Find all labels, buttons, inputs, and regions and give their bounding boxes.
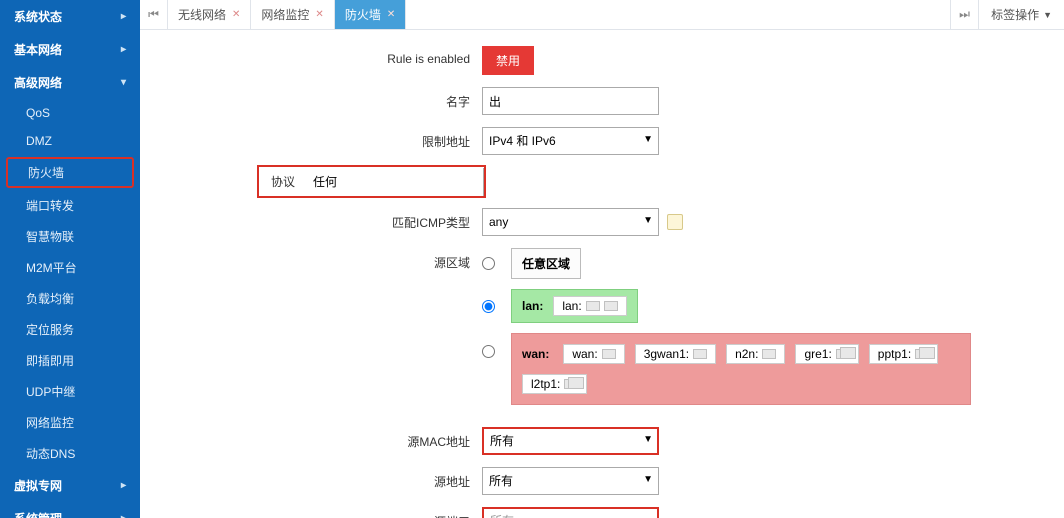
sidebar-item[interactable]: 端口转发 <box>0 190 140 221</box>
src-zone-any-radio[interactable] <box>482 257 495 270</box>
sidebar-item[interactable]: 负载均衡 <box>0 283 140 314</box>
name-label: 名字 <box>152 87 482 110</box>
net-icon <box>602 349 616 359</box>
chevron-right-icon: ▸ <box>121 513 126 518</box>
any-zone-chip: 任意区域 <box>511 248 581 279</box>
src-port-label: 源端口 <box>152 507 482 518</box>
sidebar-item[interactable]: 智慧物联 <box>0 221 140 252</box>
wan-net-chip: gre1: <box>795 344 858 364</box>
wan-net-chip: pptp1: <box>869 344 938 364</box>
restrict-addr-label: 限制地址 <box>152 127 482 150</box>
close-icon[interactable]: ✕ <box>387 9 395 20</box>
chevron-down-icon: ▼ <box>1043 10 1052 20</box>
disable-button[interactable]: 禁用 <box>482 46 534 75</box>
lan-net-chip: lan: <box>553 296 626 316</box>
close-icon[interactable]: ✕ <box>315 9 323 20</box>
wan-net-chip: l2tp1: <box>522 374 587 394</box>
net-icon <box>915 349 929 359</box>
net-icon <box>693 349 707 359</box>
net-icon <box>564 379 578 389</box>
chevron-right-icon: ▸ <box>121 11 126 22</box>
net-icon <box>836 349 850 359</box>
net-icon <box>604 301 618 311</box>
icmp-type-select[interactable]: any <box>482 208 659 236</box>
tab-scroll-right-icon[interactable]: ⏭ <box>950 0 978 29</box>
tab[interactable]: 网络监控✕ <box>251 0 334 29</box>
sidebar-item[interactable]: 动态DNS <box>0 438 140 469</box>
sidebar-category[interactable]: 高级网络▾ <box>0 66 140 99</box>
sidebar-category[interactable]: 基本网络▸ <box>0 33 140 66</box>
close-icon[interactable]: ✕ <box>232 9 240 20</box>
tab[interactable]: 防火墙✕ <box>335 0 406 29</box>
sidebar-item[interactable]: 防火墙 <box>6 157 134 188</box>
src-zone-lan-radio[interactable] <box>482 300 495 313</box>
src-port-input[interactable] <box>482 507 659 518</box>
sidebar-item[interactable]: M2M平台 <box>0 252 140 283</box>
lan-zone-chip: lan: lan: <box>511 289 638 323</box>
net-icon <box>586 301 600 311</box>
sidebar: 系统状态▸基本网络▸高级网络▾QoSDMZ防火墙端口转发智慧物联M2M平台负载均… <box>0 0 140 518</box>
tab[interactable]: 无线网络✕ <box>168 0 251 29</box>
sidebar-category[interactable]: 系统状态▸ <box>0 0 140 33</box>
wan-zone-chip: wan: wan:3gwan1:n2n:gre1:pptp1:l2tp1: <box>511 333 971 405</box>
protocol-label: 协议 <box>259 167 307 196</box>
src-mac-select[interactable]: 所有 <box>482 427 659 455</box>
hint-icon[interactable] <box>667 214 683 230</box>
src-mac-label: 源MAC地址 <box>152 427 482 450</box>
sidebar-item[interactable]: 定位服务 <box>0 314 140 345</box>
chevron-right-icon: ▸ <box>121 44 126 55</box>
name-input[interactable] <box>482 87 659 115</box>
chevron-down-icon: ▾ <box>121 77 126 88</box>
sidebar-item[interactable]: 网络监控 <box>0 407 140 438</box>
rule-enabled-label: Rule is enabled <box>152 46 482 66</box>
src-addr-select[interactable]: 所有 <box>482 467 659 495</box>
sidebar-item[interactable]: DMZ <box>0 127 140 155</box>
chevron-right-icon: ▸ <box>121 480 126 491</box>
src-zone-wan-radio[interactable] <box>482 345 495 358</box>
sidebar-item[interactable]: QoS <box>0 99 140 127</box>
tab-ops-label: 标签操作 <box>991 6 1039 23</box>
sidebar-category[interactable]: 系统管理▸ <box>0 502 140 518</box>
wan-net-chip: 3gwan1: <box>635 344 716 364</box>
tab-ops-menu[interactable]: 标签操作 ▼ <box>978 0 1064 29</box>
tab-bar: ⏮ 无线网络✕网络监控✕防火墙✕ ⏭ 标签操作 ▼ <box>140 0 1064 30</box>
net-icon <box>762 349 776 359</box>
wan-net-chip: wan: <box>563 344 624 364</box>
src-addr-label: 源地址 <box>152 467 482 490</box>
restrict-addr-select[interactable]: IPv4 和 IPv6 <box>482 127 659 155</box>
wan-net-chip: n2n: <box>726 344 785 364</box>
sidebar-item[interactable]: 即插即用 <box>0 345 140 376</box>
sidebar-item[interactable]: UDP中继 <box>0 376 140 407</box>
sidebar-category[interactable]: 虚拟专网▸ <box>0 469 140 502</box>
firewall-form: Rule is enabled 禁用 名字 限制地址 IPv4 和 IPv6 <box>140 30 1064 518</box>
protocol-input[interactable] <box>307 168 484 196</box>
icmp-type-label: 匹配ICMP类型 <box>152 208 482 231</box>
src-zone-label: 源区域 <box>152 248 482 271</box>
tab-scroll-left-icon[interactable]: ⏮ <box>140 0 168 29</box>
